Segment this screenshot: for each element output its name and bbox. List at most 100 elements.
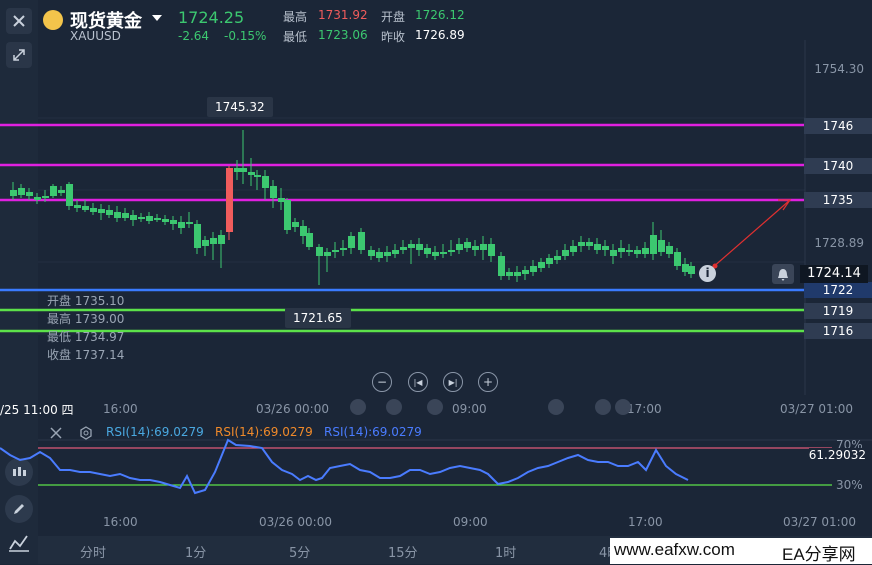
level-tag-1746: 1746 [804,118,872,134]
candle-body [138,217,145,219]
watermark-url: www.eafxw.com [614,540,735,559]
candle-body [26,192,33,196]
ohlc-high: 最高 1739.00 [47,312,125,326]
candle-body [262,176,269,188]
time-label-5: 03/27 01:00 [780,402,853,416]
candle-body [658,240,665,252]
event-marker[interactable] [350,399,366,415]
minus-icon: − [376,375,388,389]
candle-body [618,248,625,252]
price-chart[interactable] [0,0,872,564]
candle-body [226,168,233,232]
candle-body [514,272,521,276]
candle-body [240,168,247,172]
candle-body [586,242,593,246]
rsi-close-button[interactable] [49,425,63,444]
candle-body [186,222,193,224]
candle-body [682,264,689,272]
rsi-time-label-5: 03/27 01:00 [783,515,856,529]
tf-15m[interactable]: 15分 [388,542,418,561]
event-marker[interactable] [595,399,611,415]
candle-body [194,224,201,248]
close-icon [50,427,62,439]
candle-body [688,266,695,274]
scroll-end-button[interactable]: ▶| [443,372,463,392]
candle-body [634,250,641,254]
cursor-time: /25 11:00 四 [0,403,74,417]
candle-body [292,222,299,227]
alert-button[interactable] [772,264,794,284]
price-tick-2: 1728.89 [814,236,864,250]
rsi-time-label-4: 17:00 [628,515,663,529]
candle-body [146,216,153,221]
candle-body [202,240,209,246]
rsi-time-label-1: 16:00 [103,515,138,529]
ohlc-close: 收盘 1737.14 [47,348,125,362]
candle-body [432,252,439,256]
candle-body [554,256,561,260]
candle-body [66,184,73,206]
time-label-1: 16:00 [103,402,138,416]
info-icon[interactable]: i [699,265,716,282]
time-label-4: 17:00 [627,402,662,416]
candle-body [498,256,505,276]
rsi-time-label-2: 03/26 00:00 [259,515,332,529]
candle-body [254,175,261,177]
event-marker[interactable] [548,399,564,415]
rsi-panel [0,438,872,495]
candle-body [18,188,25,195]
candle-body [610,250,617,256]
current-price-tag: 1724.14 [800,265,868,283]
candle-body [666,246,673,254]
candle-body [234,168,241,172]
candle-body [376,252,383,258]
level-tag-1716: 1716 [804,323,872,339]
level-tag-1719: 1719 [804,303,872,319]
candle-body [248,172,255,175]
rsi-settings-button[interactable] [79,425,93,444]
candle-body [440,252,447,254]
skip-forward-icon: ▶| [448,377,458,387]
zoom-in-button[interactable]: + [478,372,498,392]
candle-body [358,232,365,250]
tf-tick[interactable]: 分时 [80,542,106,561]
candle-body [218,235,225,244]
candle-body [42,196,49,198]
max-price-label: 1745.32 [207,97,273,117]
level-tag-1735: 1735 [804,192,872,208]
candle-body [170,220,177,224]
chart-grid [38,117,805,335]
tf-5m[interactable]: 5分 [289,542,310,561]
rsi-legend-1: RSI(14):69.0279 [106,425,204,439]
candle-body [506,272,513,276]
plus-icon: + [482,375,494,389]
candle-body [530,266,537,272]
candle-body [122,213,129,218]
candle-body [578,242,585,246]
candle-body [546,258,553,264]
candle-body [384,252,391,256]
candle-body [340,248,347,250]
candle-body [50,186,57,196]
scroll-start-button[interactable]: |◀ [408,372,428,392]
candle-body [538,262,545,268]
time-label-2: 03/26 00:00 [256,402,329,416]
tf-1m[interactable]: 1分 [185,542,206,561]
candle-body [348,236,355,248]
candle-body [270,186,277,198]
candle-body [284,200,291,230]
zoom-out-button[interactable]: − [372,372,392,392]
candle-body [300,226,307,236]
candle-body [488,244,495,256]
candle-body [162,219,169,222]
level-tag-1740: 1740 [804,158,872,174]
candle-body [82,206,89,210]
tf-1h[interactable]: 1时 [495,542,516,561]
candle-body [464,242,471,248]
event-marker[interactable] [615,399,631,415]
candle-body [594,244,601,250]
candle-body [74,205,81,208]
event-marker[interactable] [386,399,402,415]
event-marker[interactable] [427,399,443,415]
candle-body [522,270,529,274]
